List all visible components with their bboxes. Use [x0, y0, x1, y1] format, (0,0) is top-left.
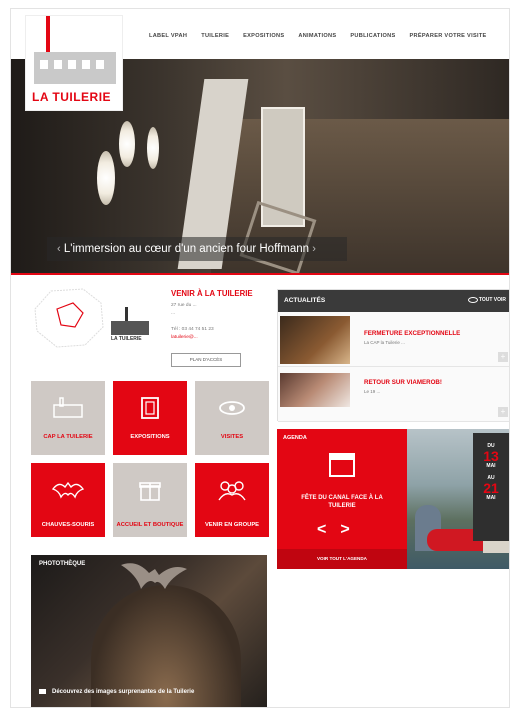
news-thumbnail	[280, 373, 350, 407]
tile-accueil-boutique[interactable]: ACCUEIL ET BOUTIQUE	[113, 463, 187, 537]
nav-item-publications[interactable]: PUBLICATIONS	[350, 33, 395, 39]
phototheque-caption: Découvrez des images surprenantes de la …	[39, 689, 194, 695]
nav-item-label-vpah[interactable]: LABEL VPAH	[149, 33, 187, 39]
group-icon	[212, 475, 252, 505]
hero-light	[147, 127, 159, 169]
factory-icon	[48, 393, 88, 423]
page-frame: LA TUILERIE LABEL VPAH TUILERIE EXPOSITI…	[10, 8, 510, 708]
agenda-arrows: <>	[317, 521, 364, 539]
hero-caption[interactable]: ‹ L'immersion au cœur d'un ancien four H…	[47, 237, 347, 261]
agenda-panel: AGENDA FÊTE DU CANAL FACE À LA TUILERIE …	[277, 429, 509, 569]
plus-icon[interactable]: +	[498, 407, 508, 417]
map-outline-icon	[34, 288, 104, 348]
contact-address-1: 27 rue du ...	[171, 303, 197, 308]
tile-venir-groupe[interactable]: VENIR EN GROUPE	[195, 463, 269, 537]
phototheque-card[interactable]: PHOTOTHÈQUE Découvrez des images surpren…	[31, 555, 267, 707]
see-all-link[interactable]: TOUT VOIR	[479, 297, 506, 303]
news-header: ACTUALITÉS TOUT VOIR	[278, 290, 509, 312]
contact-title[interactable]: VENIR À LA TUILERIE	[171, 289, 253, 298]
frame-icon	[130, 393, 170, 423]
agenda-event-title[interactable]: FÊTE DU CANAL FACE À LA TUILERIE	[287, 495, 397, 511]
gift-icon	[130, 475, 170, 505]
agenda-prev-button[interactable]: <	[317, 521, 340, 538]
tile-label: CAP LA TUILERIE	[43, 434, 93, 441]
agenda-see-all-button[interactable]: VOIR TOUT L'AGENDA	[277, 549, 407, 569]
tile-expositions[interactable]: EXPOSITIONS	[113, 381, 187, 455]
map-label: LA TUILERIE	[111, 336, 142, 342]
tile-label: EXPOSITIONS	[130, 434, 170, 441]
agenda-dates: DU 13 MAI AU 21 MAI	[473, 433, 509, 541]
mini-building	[111, 321, 149, 335]
tile-label: CHAUVES-SOURIS	[41, 522, 95, 529]
quick-links-grid: CAP LA TUILERIE EXPOSITIONS VISITES CHAU…	[31, 381, 269, 537]
agenda-next-button[interactable]: >	[340, 521, 363, 538]
agenda-card[interactable]: AGENDA FÊTE DU CANAL FACE À LA TUILERIE …	[277, 429, 407, 569]
logo-window	[68, 60, 76, 69]
calendar-icon	[329, 453, 355, 477]
plus-icon[interactable]: +	[498, 352, 508, 362]
news-item[interactable]: FERMETURE EXCEPTIONNELLE La CAP la Tuile…	[278, 312, 509, 367]
news-item-desc: La CAP la Tuilerie ...	[364, 340, 405, 345]
hero-caption-text: L'immersion au cœur d'un ancien four Hof…	[63, 243, 310, 255]
date-to-month: MAI	[486, 495, 496, 501]
nav-item-expositions[interactable]: EXPOSITIONS	[243, 33, 284, 39]
date-to-day: 21	[483, 480, 499, 496]
date-from-day: 13	[483, 448, 499, 464]
contact-phone: Tél : 03 44 74 51 23	[171, 327, 214, 332]
contact-address-2: ...	[171, 311, 175, 316]
bat-photo-icon	[121, 563, 187, 589]
news-item-title[interactable]: FERMETURE EXCEPTIONNELLE	[364, 330, 460, 337]
tile-label: VISITES	[220, 434, 244, 441]
hero-light	[119, 121, 135, 167]
contact-block: LA TUILERIE VENIR À LA TUILERIE 27 rue d…	[31, 287, 281, 377]
logo-text: LA TUILERIE	[32, 90, 112, 104]
news-panel: ACTUALITÉS TOUT VOIR FERMETURE EXCEPTION…	[277, 289, 509, 422]
tile-label: ACCUEIL ET BOUTIQUE	[116, 522, 184, 529]
news-title: ACTUALITÉS	[284, 297, 326, 304]
logo-window	[54, 60, 62, 69]
nav-item-preparer[interactable]: PRÉPARER VOTRE VISITE	[410, 33, 487, 39]
news-item-title[interactable]: RETOUR SUR VIAMEROB!	[364, 379, 442, 386]
camera-icon	[39, 689, 46, 694]
hero-light	[97, 151, 115, 205]
main-nav: LABEL VPAH TUILERIE EXPOSITIONS ANIMATIO…	[149, 33, 487, 39]
logo-window	[40, 60, 48, 69]
phototheque-caption-text: Découvrez des images surprenantes de la …	[52, 689, 195, 696]
logo-window	[96, 60, 104, 69]
site-logo[interactable]: LA TUILERIE	[25, 15, 123, 111]
contact-email[interactable]: latuilerie@...	[171, 335, 198, 340]
tile-label: VENIR EN GROUPE	[204, 522, 260, 529]
directions-button[interactable]: PLAN D'ACCÈS	[171, 353, 241, 367]
hero-divider	[11, 273, 509, 275]
nav-item-tuilerie[interactable]: TUILERIE	[201, 33, 229, 39]
hero-next-arrow[interactable]: ›	[312, 243, 316, 255]
nav-item-animations[interactable]: ANIMATIONS	[298, 33, 336, 39]
agenda-label: AGENDA	[283, 435, 307, 441]
news-item-desc: Le 19 ...	[364, 389, 381, 394]
tile-cap-la-tuilerie[interactable]: CAP LA TUILERIE	[31, 381, 105, 455]
bat-icon	[48, 475, 88, 505]
eye-icon	[212, 393, 252, 423]
news-thumbnail	[280, 316, 350, 364]
phototheque-title: PHOTOTHÈQUE	[39, 561, 86, 567]
eye-icon	[468, 297, 478, 303]
date-from-month: MAI	[486, 463, 496, 469]
tile-chauves-souris[interactable]: CHAUVES-SOURIS	[31, 463, 105, 537]
hero-prev-arrow[interactable]: ‹	[57, 243, 61, 255]
mini-building-icon: LA TUILERIE	[111, 307, 149, 342]
tile-visites[interactable]: VISITES	[195, 381, 269, 455]
region-map	[31, 287, 107, 349]
news-item[interactable]: RETOUR SUR VIAMEROB! Le 19 ... +	[278, 367, 509, 422]
logo-window	[82, 60, 90, 69]
